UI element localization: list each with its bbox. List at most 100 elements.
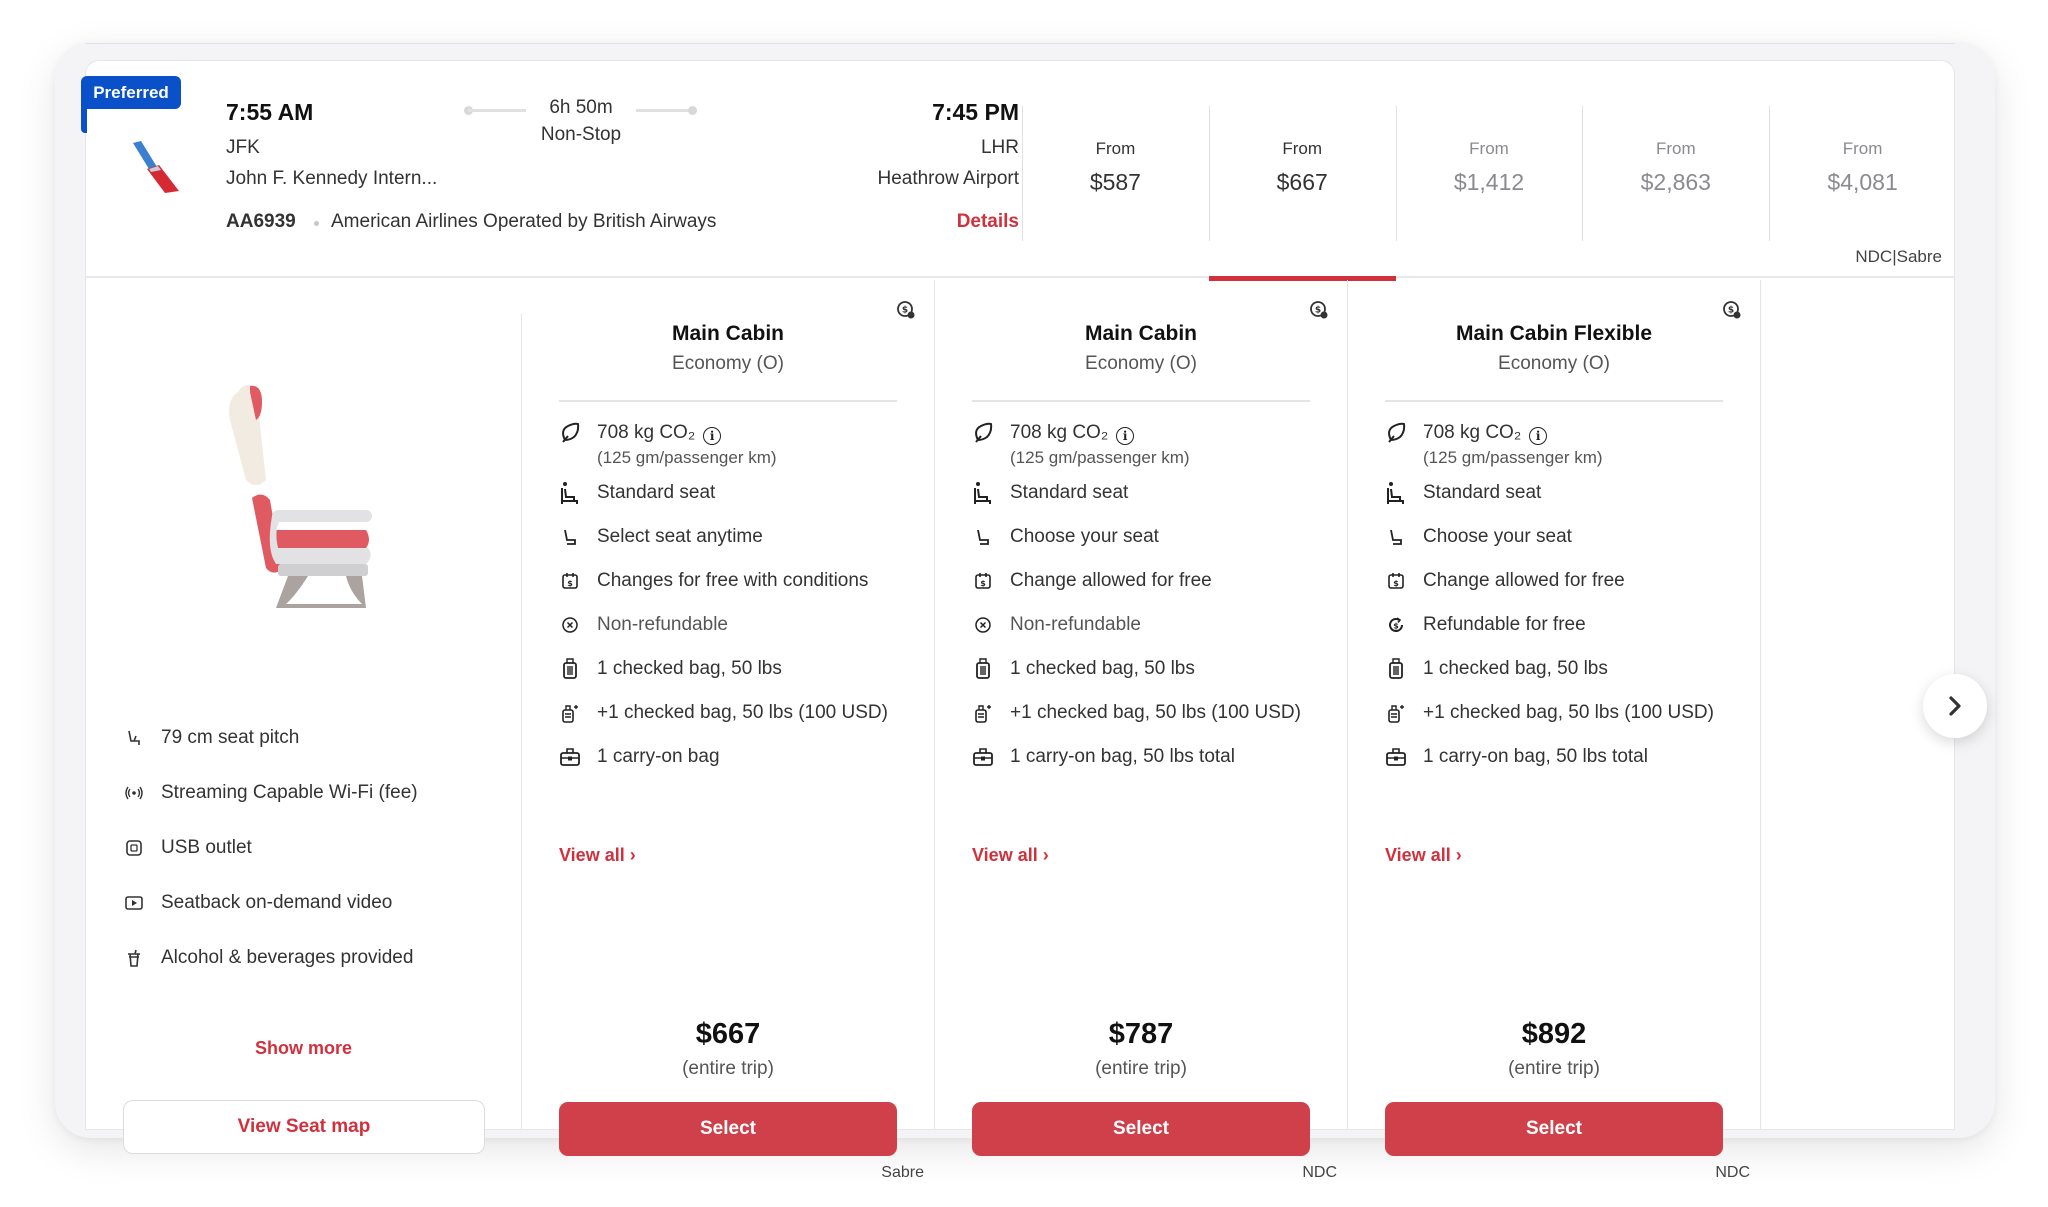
amenities-list: 79 cm seat pitch Streaming Capable Wi-Fi…	[124, 710, 418, 985]
checked-bag-icon	[559, 656, 581, 682]
wifi-icon	[124, 783, 144, 803]
fare-tab-price: $667	[1276, 169, 1328, 195]
fare-tab-3[interactable]: From $1,412	[1395, 61, 1583, 278]
fare-cabin: Economy (O)	[1085, 353, 1197, 374]
amenity-label: Alcohol & beverages provided	[161, 946, 414, 968]
fare-price: $787	[1108, 1018, 1174, 1050]
route-line-left	[468, 109, 526, 112]
fare-feature-label: Change allowed for free	[1423, 570, 1625, 591]
fare-tab-5[interactable]: From $4,081	[1769, 61, 1956, 278]
providers-label: NDC|Sabre	[1855, 247, 1942, 266]
fare-divider	[972, 400, 1310, 402]
fare-divider	[1385, 400, 1723, 402]
standard-seat-icon	[972, 480, 994, 506]
beverage-icon	[124, 948, 144, 968]
select-fare-button[interactable]: Select	[972, 1102, 1310, 1156]
chevron-right-icon	[1949, 696, 1961, 716]
details-link[interactable]: Details	[957, 211, 1019, 233]
fare-feature: 1 checked bag, 50 lbs	[559, 656, 914, 682]
fare-tab-2[interactable]: From $667	[1208, 61, 1396, 281]
svg-text:$: $	[1393, 579, 1399, 588]
fare-features: 708 kg CO₂ i (125 gm/passenger km) Standa…	[972, 420, 1327, 788]
fare-feature-label: 1 carry-on bag	[597, 746, 720, 767]
fare-price-note: (entire trip)	[1095, 1058, 1187, 1079]
fare-tab-price: $4,081	[1827, 169, 1898, 195]
extra-bag-icon	[972, 700, 994, 726]
fare-feature: Standard seat	[1385, 480, 1740, 506]
fare-tab-label: From	[1842, 139, 1883, 158]
amenity-item: Alcohol & beverages provided	[124, 930, 418, 985]
seat-pitch-icon	[124, 728, 144, 748]
fare-feature-label: 1 checked bag, 50 lbs	[1010, 658, 1195, 679]
leaf-icon	[972, 420, 994, 446]
route-end-dot	[688, 106, 697, 115]
fare-tab-4[interactable]: From $2,863	[1582, 61, 1769, 278]
info-icon[interactable]: i	[1116, 427, 1135, 445]
flight-result-card: Preferred 7:55 AM JFK John F. Kennedy In…	[81, 60, 1987, 1181]
extra-bag-icon	[559, 700, 581, 726]
view-all-link[interactable]: View all ›	[972, 845, 1049, 866]
fare-price-note: (entire trip)	[682, 1058, 774, 1079]
preferred-badge: Preferred	[81, 76, 181, 109]
select-fare-button[interactable]: Select	[559, 1102, 897, 1156]
fare-option-content: $ Main Cabin Economy (O) 708 kg CO₂ i (12…	[935, 280, 1347, 1181]
fare-tab-price: $587	[1089, 169, 1141, 195]
fare-feature-label: Choose your seat	[1010, 526, 1159, 547]
svg-text:$: $	[1315, 306, 1321, 316]
fare-feature-label: Standard seat	[597, 482, 716, 503]
svg-text:$: $	[902, 306, 908, 316]
seat-select-icon	[559, 524, 581, 550]
seat-select-icon	[1385, 524, 1407, 550]
svg-text:$: $	[567, 579, 573, 588]
seat-amenities-panel: 79 cm seat pitch Streaming Capable Wi-Fi…	[86, 280, 521, 1154]
fare-info-coin-icon[interactable]: $	[896, 300, 916, 320]
fare-title: Main Cabin Flexible	[1455, 322, 1653, 345]
fare-feature-label: Non-refundable	[1010, 614, 1141, 635]
fare-feature: $ Changes for free with conditions	[559, 568, 914, 594]
info-icon[interactable]: i	[1529, 427, 1548, 445]
show-more-link[interactable]: Show more	[86, 1038, 521, 1059]
fare-title: Main Cabin	[1084, 322, 1197, 345]
next-fares-button[interactable]	[1923, 674, 1987, 738]
chevron-right-icon: ›	[629, 845, 636, 865]
column-divider	[1760, 280, 1761, 1130]
flight-duration: 6h 50m	[549, 97, 613, 118]
change-fee-icon: $	[1385, 568, 1407, 594]
change-fee-icon: $	[559, 568, 581, 594]
fare-tab-price: $2,863	[1640, 169, 1711, 195]
svg-text:$: $	[1393, 622, 1399, 631]
departure-time: 7:55 AM	[226, 99, 314, 125]
info-icon[interactable]: i	[703, 427, 722, 445]
checked-bag-icon	[972, 656, 994, 682]
view-all-link[interactable]: View all ›	[1385, 845, 1462, 866]
select-fare-button[interactable]: Select	[1385, 1102, 1723, 1156]
co2-value: 708 kg CO₂	[597, 422, 696, 443]
fare-tab-price: $1,412	[1453, 169, 1525, 195]
fare-feature: 1 checked bag, 50 lbs	[972, 656, 1327, 682]
change-fee-icon: $	[972, 568, 994, 594]
leaf-icon	[559, 420, 581, 446]
view-seat-map-button[interactable]: View Seat map	[123, 1100, 485, 1154]
fare-feature: 1 carry-on bag, 50 lbs total	[972, 744, 1327, 770]
fare-info-coin-icon[interactable]: $	[1722, 300, 1742, 320]
flight-number: AA6939	[226, 211, 296, 232]
non-refundable-icon	[972, 612, 994, 638]
amenity-label: Seatback on-demand video	[161, 891, 393, 913]
fare-tab-1[interactable]: From $587	[1022, 61, 1209, 278]
carry-on-icon	[559, 744, 581, 770]
svg-text:$: $	[980, 579, 986, 588]
view-all-link[interactable]: View all ›	[559, 845, 636, 866]
chevron-right-icon: ›	[1042, 845, 1049, 865]
fare-feature: Standard seat	[972, 480, 1327, 506]
amenity-item: Streaming Capable Wi-Fi (fee)	[124, 765, 418, 820]
fare-feature: $ Change allowed for free	[1385, 568, 1740, 594]
fare-tab-label: From	[1469, 139, 1509, 158]
fare-info-coin-icon[interactable]: $	[1309, 300, 1329, 320]
fare-feature-label: +1 checked bag, 50 lbs (100 USD)	[1010, 702, 1301, 723]
fare-feature: Choose your seat	[972, 524, 1327, 550]
fare-tab-label: From	[1282, 139, 1323, 158]
fare-feature-label: +1 checked bag, 50 lbs (100 USD)	[597, 702, 888, 723]
fare-source: NDC	[1715, 1164, 1750, 1181]
leaf-icon	[1385, 420, 1407, 446]
fare-tab-label: From	[1655, 139, 1696, 158]
